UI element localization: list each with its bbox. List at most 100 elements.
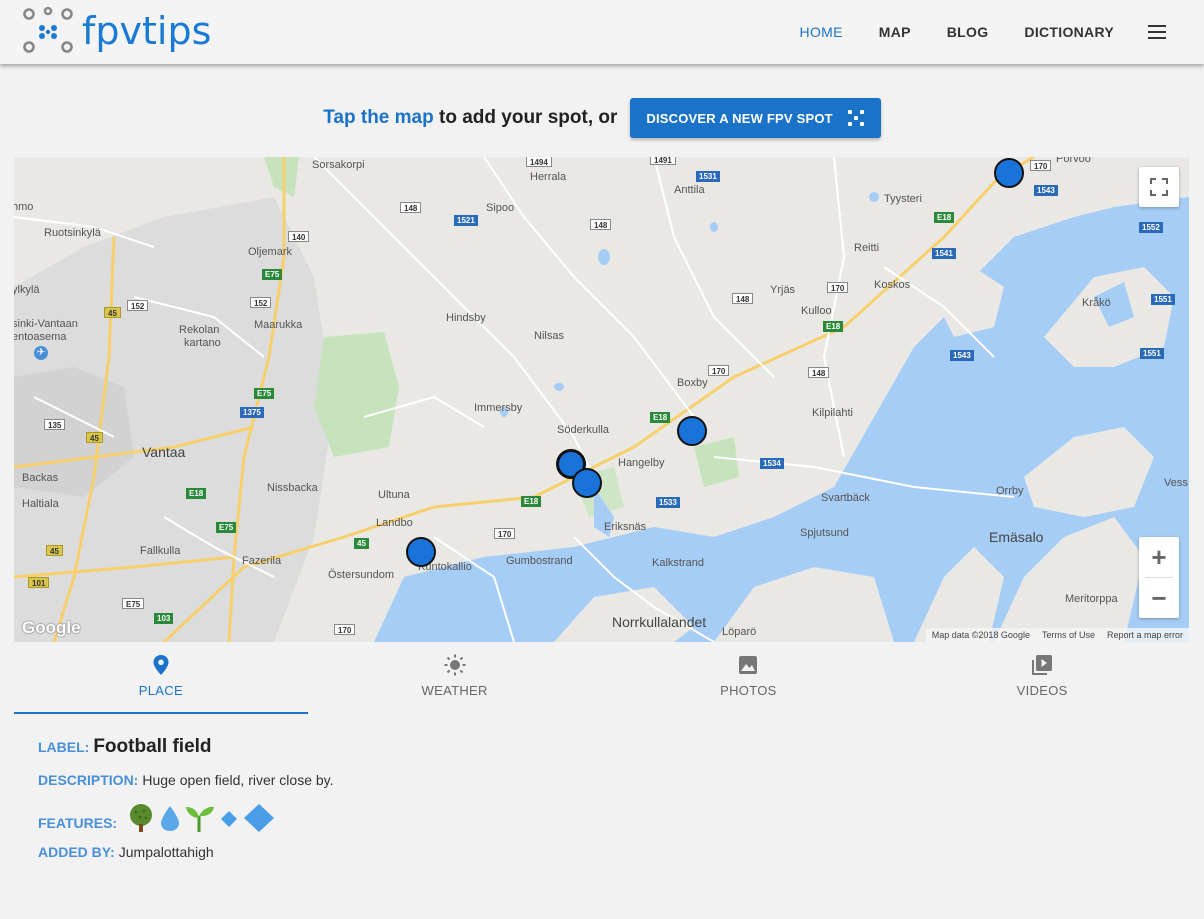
map-place: Ruotsinkylä	[44, 227, 101, 239]
map-place: Haltiala	[22, 498, 59, 510]
map-place: Backas	[22, 472, 59, 484]
nav-home[interactable]: HOME	[800, 24, 843, 40]
added-by-user[interactable]: Jumpalottahigh	[119, 844, 214, 860]
video-library-icon	[1032, 655, 1053, 675]
nav-map[interactable]: MAP	[879, 24, 911, 40]
zoom-out-button[interactable]: −	[1139, 578, 1179, 618]
tab-weather[interactable]: WEATHER	[308, 642, 602, 714]
logo[interactable]: fpvtips	[20, 6, 211, 56]
road-shield: 1543	[1034, 185, 1058, 196]
map-place: Reitti	[854, 242, 880, 254]
photo-icon	[739, 656, 758, 674]
map-place: Maarukka	[254, 319, 303, 331]
road-shield: 148	[732, 293, 754, 304]
tab-videos[interactable]: VIDEOS	[895, 642, 1189, 714]
map[interactable]: Sorsakorpi Herrala Anttila Porvoo Tyyste…	[14, 157, 1189, 642]
road-shield: 152	[127, 300, 149, 311]
map-place: Östersundom	[328, 569, 395, 581]
road-shield: E18	[650, 412, 671, 423]
sprout-icon	[186, 806, 215, 832]
map-place: Hindsby	[446, 312, 486, 324]
map-place: Kalkstrand	[652, 557, 704, 569]
map-place: Herrala	[530, 171, 567, 183]
map-place: Orrby	[996, 485, 1024, 497]
road-shield: 45	[46, 545, 63, 556]
spot-marker[interactable]	[994, 158, 1024, 188]
road-shield: 1551	[1151, 294, 1175, 305]
tap-map-link[interactable]: Tap the map	[323, 107, 434, 128]
added-by-row: ADDED BY: Jumpalottahigh	[38, 844, 334, 860]
cta-row: Tap the map to add your spot, or DISCOVE…	[0, 98, 1204, 138]
map-place: Fallkulla	[140, 545, 181, 557]
description-row: DESCRIPTION: Huge open field, river clos…	[38, 772, 334, 788]
map-place: Löparö	[722, 626, 757, 638]
road-shield: E18	[186, 488, 207, 499]
road-shield: 1531	[696, 171, 720, 182]
active-tab-indicator	[14, 712, 308, 714]
road-shield: 45	[86, 432, 103, 443]
road-shield: 1534	[760, 458, 784, 469]
map-place: kartano	[184, 337, 221, 349]
map-place: Eriksnäs	[604, 521, 647, 533]
map-place: Boxby	[677, 377, 708, 389]
zoom-in-button[interactable]: +	[1139, 537, 1179, 577]
discover-spot-button[interactable]: DISCOVER A NEW FPV SPOT	[630, 98, 881, 138]
road-shield: 170	[708, 365, 730, 376]
map-place: Koskos	[874, 279, 911, 291]
hamburger-icon[interactable]	[1148, 25, 1166, 39]
tab-photos[interactable]: PHOTOS	[602, 642, 896, 714]
nav-blog[interactable]: BLOG	[947, 24, 989, 40]
tab-weather-label: WEATHER	[421, 683, 488, 698]
map-place: Nissbacka	[267, 482, 318, 494]
road-shield: 1521	[454, 215, 478, 226]
fullscreen-icon[interactable]	[1139, 167, 1179, 207]
road-shield: 1543	[950, 350, 974, 361]
spot-label: Football field	[93, 736, 212, 757]
map-place: Nilsas	[534, 330, 564, 342]
map-place: Hangelby	[618, 457, 665, 469]
tree-icon	[130, 804, 153, 832]
road-shield: 148	[808, 367, 830, 378]
label-row: LABEL: Football field	[38, 736, 334, 758]
road-shield: 1491	[650, 157, 676, 165]
terms-of-use-link[interactable]: Terms of Use	[1036, 630, 1101, 640]
spot-tabs: PLACE WEATHER PHOTOS VIDEOS	[14, 642, 1189, 714]
spot-marker[interactable]	[677, 416, 707, 446]
map-place: Meritorppa	[1065, 593, 1118, 605]
spot-marker[interactable]	[406, 537, 436, 567]
tab-place[interactable]: PLACE	[14, 642, 308, 714]
spot-marker[interactable]	[572, 468, 602, 498]
spot-description: Huge open field, river close by.	[142, 772, 334, 788]
road-shield: 1533	[656, 497, 680, 508]
map-place: Tyysteri	[884, 193, 922, 205]
road-shield: 1494	[526, 157, 552, 167]
water-drop-icon	[161, 806, 180, 831]
map-place: Söderkulla	[557, 424, 609, 436]
small-diamond-icon	[221, 811, 238, 827]
spot-details: LABEL: Football field DESCRIPTION: Huge …	[38, 736, 334, 860]
discover-spot-label: DISCOVER A NEW FPV SPOT	[646, 110, 833, 126]
nav-dictionary[interactable]: DICTIONARY	[1024, 24, 1114, 40]
map-place: Anttila	[674, 184, 705, 196]
main-nav: HOME MAP BLOG DICTIONARY	[800, 0, 1204, 64]
map-data-credit: Map data ©2018 Google	[931, 630, 1030, 640]
map-place: hmo	[14, 201, 34, 213]
map-place: Gumbostrand	[506, 555, 573, 567]
site-header: fpvtips HOME MAP BLOG DICTIONARY	[0, 0, 1204, 64]
google-logo: Google	[22, 618, 81, 637]
map-place: Vantaa	[142, 444, 186, 460]
location-pin-icon	[153, 655, 169, 675]
road-shield: 45	[354, 538, 369, 549]
tab-place-label: PLACE	[138, 683, 183, 698]
logo-text: fpvtips	[82, 9, 212, 53]
map-place: Vess	[1164, 477, 1188, 489]
road-shield: 45	[104, 307, 121, 318]
zoom-control: + −	[1139, 537, 1179, 618]
map-place: Svartbäck	[821, 492, 870, 504]
report-map-error-link[interactable]: Report a map error	[1101, 630, 1189, 640]
description-label: DESCRIPTION:	[38, 772, 139, 788]
road-shield: E18	[521, 496, 542, 507]
map-place: Sorsakorpi	[312, 159, 365, 171]
tab-photos-label: PHOTOS	[720, 683, 777, 698]
road-shield: 152	[250, 297, 272, 308]
